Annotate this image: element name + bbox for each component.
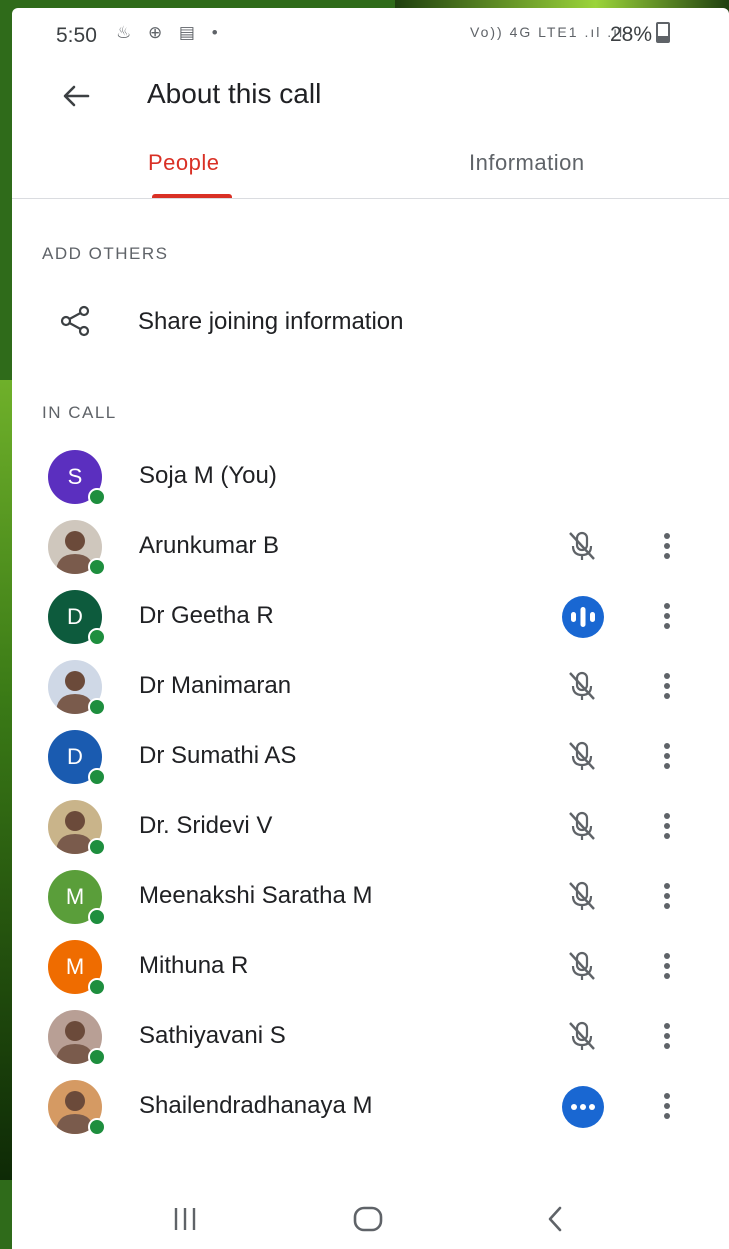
mic-muted-indicator [562,946,602,986]
online-status-dot [88,978,106,996]
participant-more-options-button[interactable] [654,876,680,916]
mic-muted-indicator [562,526,602,566]
more-vert-icon [664,953,670,979]
status-bar: 5:50 ♨ ⊕ ▤ • Vo)) 4G LTE1 .ıl .ıl 28% [12,8,729,58]
more-vert-icon [664,533,670,559]
participant-more-options-button[interactable] [654,666,680,706]
battery-indicator: 28% [610,22,671,47]
section-label-add-others: ADD OTHERS [42,244,169,263]
more-vert-icon [664,1093,670,1119]
avatar-initial: M [65,954,85,979]
participant-name: Dr Sumathi AS [139,742,297,769]
speaking-indicator [562,596,604,638]
audio-idle-indicator [562,1086,604,1128]
network-signal-icons: Vo)) 4G LTE1 .ıl .ıl [470,24,625,40]
participant-row[interactable]: D Dr Sumathi AS [12,720,729,790]
active-tab-indicator [152,194,232,198]
participant-name: Mithuna R [139,952,249,979]
participant-row[interactable]: Shailendradhanaya M [12,1070,729,1140]
participant-name: Dr Geetha R [139,602,274,629]
participant-more-options-button[interactable] [654,946,680,986]
participant-row[interactable]: Dr. Sridevi V [12,790,729,860]
participant-row[interactable]: M Meenakshi Saratha M [12,860,729,930]
participant-name: Meenakshi Saratha M [139,882,373,909]
status-time: 5:50 [56,24,97,47]
more-vert-icon [664,673,670,699]
tab-bar: People Information [12,136,729,199]
back-button[interactable] [56,76,96,116]
battery-percent: 28% [610,23,653,46]
audio-dots-icon [571,1104,595,1110]
mic-off-icon [569,531,595,560]
participant-name: Arunkumar B [139,532,280,559]
notification-icons: ♨ ⊕ ▤ • [116,23,224,42]
more-vert-icon [664,603,670,629]
mic-off-icon [569,881,595,910]
recent-apps-icon[interactable] [170,1204,200,1234]
more-vert-icon [664,743,670,769]
mic-off-icon [569,1021,595,1050]
tab-information[interactable]: Information [469,150,585,176]
about-call-screen: 5:50 ♨ ⊕ ▤ • Vo)) 4G LTE1 .ıl .ıl 28% Ab… [12,8,729,1249]
online-status-dot [88,908,106,926]
nav-back-icon[interactable] [540,1202,570,1236]
participant-row[interactable]: Dr Manimaran [12,650,729,720]
participant-name: Soja M (You) [139,462,277,489]
more-vert-icon [664,1023,670,1049]
online-status-dot [88,698,106,716]
participant-row[interactable]: M Mithuna R [12,930,729,1000]
participant-row[interactable]: Sathiyavani S [12,1000,729,1070]
avatar-initial: D [67,744,83,769]
participant-name: Dr. Sridevi V [139,812,273,839]
participant-row[interactable]: Arunkumar B [12,510,729,580]
avatar-initial: M [65,884,85,909]
online-status-dot [88,558,106,576]
home-icon[interactable] [351,1202,385,1236]
online-status-dot [88,1118,106,1136]
participant-more-options-button[interactable] [654,1086,680,1126]
mic-muted-indicator [562,736,602,776]
mic-off-icon [569,741,595,770]
page-title: About this call [147,78,322,109]
more-vert-icon [664,883,670,909]
share-joining-info-label: Share joining information [138,308,404,335]
share-joining-info-button[interactable]: Share joining information [12,290,729,354]
online-status-dot [88,488,106,506]
participant-more-options-button[interactable] [654,736,680,776]
online-status-dot [88,838,106,856]
mic-off-icon [569,811,595,840]
top-app-bar: About this call [12,64,729,124]
participant-more-options-button[interactable] [654,1016,680,1056]
avatar-initial: D [67,604,83,629]
mic-off-icon [569,951,595,980]
mic-muted-indicator [562,666,602,706]
participant-row[interactable]: S Soja M (You) [12,440,729,510]
arrow-left-icon [63,85,90,107]
mic-muted-indicator [562,876,602,916]
mic-muted-indicator [562,806,602,846]
battery-icon [656,22,671,43]
system-nav-bar [12,1188,729,1249]
avatar-initial: S [67,464,83,489]
online-status-dot [88,628,106,646]
participant-name: Sathiyavani S [139,1022,286,1049]
mic-off-icon [569,671,595,700]
mic-muted-indicator [562,1016,602,1056]
tab-people[interactable]: People [148,150,220,176]
online-status-dot [88,1048,106,1066]
participant-more-options-button[interactable] [654,526,680,566]
participant-name: Shailendradhanaya M [139,1092,373,1119]
audio-level-icon [571,607,595,627]
participant-name: Dr Manimaran [139,672,292,699]
participant-more-options-button[interactable] [654,806,680,846]
share-icon [60,305,90,337]
participant-row[interactable]: D Dr Geetha R [12,580,729,650]
more-vert-icon [664,813,670,839]
online-status-dot [88,768,106,786]
participant-more-options-button[interactable] [654,596,680,636]
section-label-in-call: IN CALL [42,403,117,422]
